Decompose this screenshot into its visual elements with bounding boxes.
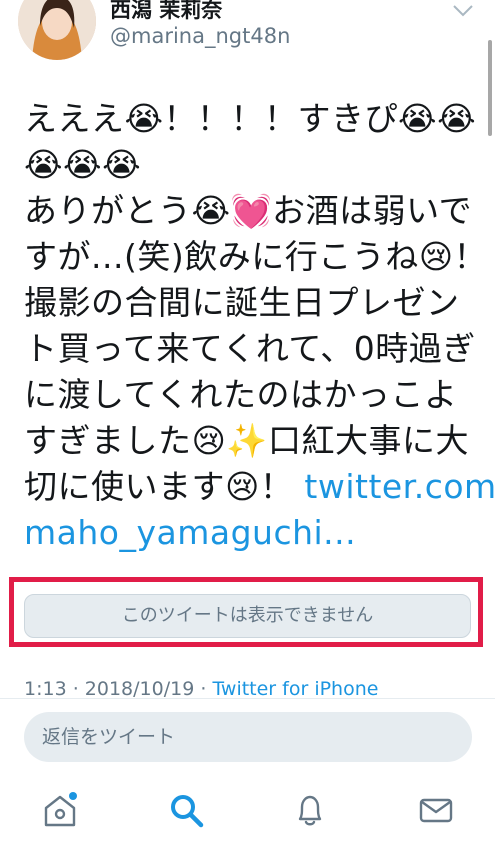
- scrollbar[interactable]: [488, 40, 492, 136]
- display-name[interactable]: 西潟 茉莉奈: [110, 0, 222, 24]
- tweet-line: ありがとう😭💓お酒は弱いで: [24, 191, 473, 230]
- tweet-line-with-link: 切に使います😢！ twitter.com/: [24, 464, 495, 510]
- home-icon: [44, 792, 77, 827]
- tweet-date: 2018/10/19: [84, 678, 195, 700]
- user-handle[interactable]: @marina_ngt48n: [110, 24, 290, 48]
- avatar[interactable]: [18, 0, 96, 60]
- avatar-image: [18, 0, 96, 60]
- chevron-down-icon[interactable]: [452, 4, 474, 18]
- tweet-line: すぎました😢✨口紅大事に大: [24, 421, 469, 460]
- reply-input[interactable]: 返信をツイート: [24, 712, 472, 762]
- tweet-header: 西潟 茉莉奈 @marina_ngt48n: [0, 0, 495, 78]
- bell-icon: [298, 795, 322, 826]
- tweet-source-link[interactable]: Twitter for iPhone: [212, 678, 378, 700]
- tweet-line-text: 切に使います😢！: [24, 467, 294, 506]
- divider: [0, 698, 495, 699]
- bottom-nav: [0, 776, 495, 844]
- tweet-time: 1:13: [24, 678, 67, 700]
- tweet-text: えええ😭！！！！すきぴ😭😭 😭😭😭 ありがとう😭💓お酒は弱いで すが...(笑)…: [24, 96, 495, 556]
- nav-messages[interactable]: [416, 790, 456, 830]
- tweet-link-continued[interactable]: maho_yamaguchi...: [24, 510, 464, 556]
- nav-home[interactable]: [40, 790, 80, 830]
- nav-search[interactable]: [166, 790, 206, 830]
- tweet-meta: 1:13 · 2018/10/19 · Twitter for iPhone: [24, 678, 378, 700]
- tweet-line: 撮影の合間に誕生日プレゼン: [24, 283, 460, 322]
- unavailable-tweet-card: このツイートは表示できません: [24, 594, 471, 638]
- tweet-line: えええ😭！！！！すきぴ😭😭: [24, 99, 477, 138]
- tweet-line: 😭😭😭: [24, 145, 142, 184]
- envelope-icon: [419, 798, 453, 823]
- tweet-line: すが...(笑)飲みに行こうね😢！: [24, 237, 488, 276]
- nav-notifications[interactable]: [290, 790, 330, 830]
- meta-separator: ·: [66, 678, 85, 700]
- tweet-line: ト買って来てくれて、0時過ぎ: [24, 329, 476, 368]
- tweet-line: に渡してくれたのはかっこよ: [24, 375, 458, 414]
- tweet-link[interactable]: twitter.com/: [304, 467, 495, 506]
- search-icon: [171, 795, 204, 828]
- meta-separator: ·: [194, 678, 213, 700]
